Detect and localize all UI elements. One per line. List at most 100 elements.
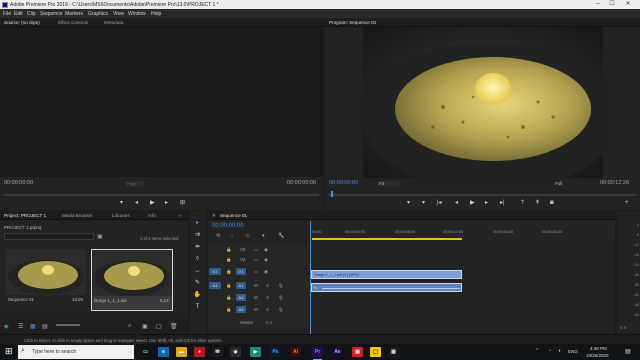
- program-scrub-bar[interactable]: [329, 194, 636, 196]
- source-play-icon[interactable]: ▶: [150, 200, 155, 206]
- eye-icon[interactable]: ◉: [264, 257, 268, 263]
- track-label[interactable]: A2: [236, 294, 246, 301]
- app-red2-icon[interactable]: ▣: [352, 347, 363, 357]
- source-step-back-icon[interactable]: ◂: [135, 200, 138, 206]
- source-patch-a1[interactable]: A1: [209, 282, 221, 289]
- tab-libraries[interactable]: Libraries: [112, 213, 130, 218]
- notifications-icon[interactable]: ▤: [625, 348, 631, 355]
- go-to-out-icon[interactable]: ▸|: [500, 200, 505, 206]
- razor-tool-icon[interactable]: ◊: [193, 255, 202, 263]
- language-indicator[interactable]: ENG: [568, 349, 578, 354]
- menu-file[interactable]: File: [3, 11, 11, 17]
- clock-date[interactable]: 10/25/2020: [586, 353, 609, 358]
- lift-icon[interactable]: ⇡: [520, 200, 525, 206]
- project-search-input[interactable]: [4, 233, 94, 240]
- app-dark-icon[interactable]: ▦: [388, 347, 399, 357]
- menu-clip[interactable]: Clip: [27, 11, 36, 17]
- mark-in-icon[interactable]: ▾: [407, 200, 410, 206]
- slip-tool-icon[interactable]: ↔: [193, 267, 202, 275]
- mute-button[interactable]: M: [254, 307, 258, 312]
- photoshop-icon[interactable]: Ps: [270, 347, 281, 357]
- menu-graphics[interactable]: Graphics: [88, 11, 108, 17]
- video-clip[interactable]: Gorgo 1_1_1.avi [V] [39%]: [311, 270, 462, 279]
- voiceover-icon[interactable]: 🎙: [278, 295, 284, 301]
- lock-icon[interactable]: ◆: [4, 323, 9, 330]
- eye-icon[interactable]: ◉: [264, 247, 268, 253]
- lock-toggle-icon[interactable]: 🔒: [226, 257, 231, 263]
- source-insert-icon[interactable]: ⊞: [180, 200, 185, 206]
- hand-tool-icon[interactable]: ✋: [193, 291, 202, 299]
- source-page-select[interactable]: Page 1: [125, 181, 145, 187]
- selection-tool-icon[interactable]: ▸: [193, 219, 202, 227]
- track-label[interactable]: A1: [236, 282, 246, 289]
- zoom-slider[interactable]: [56, 324, 80, 326]
- linked-selection-icon[interactable]: ⊂: [246, 233, 250, 239]
- sync-lock-icon[interactable]: ▭: [254, 257, 258, 263]
- mute-button[interactable]: M: [254, 283, 258, 288]
- tab-info[interactable]: Info: [148, 213, 156, 218]
- clear-icon[interactable]: 🗑: [170, 323, 178, 330]
- menu-sequence[interactable]: Sequence: [40, 11, 63, 17]
- app-red-icon[interactable]: ●: [194, 347, 205, 357]
- ripple-edit-tool-icon[interactable]: ⇹: [193, 243, 202, 251]
- mute-button[interactable]: M: [254, 295, 258, 300]
- program-timecode[interactable]: 00;00;00;00: [329, 180, 358, 186]
- work-area-bar[interactable]: [312, 238, 462, 240]
- volume-icon[interactable]: ◖: [558, 348, 561, 354]
- master-volume[interactable]: 0.0: [266, 320, 272, 325]
- timeline-timecode[interactable]: 00;00;00;00: [212, 223, 244, 229]
- sync-lock-icon[interactable]: ▭: [254, 269, 258, 275]
- menu-window[interactable]: Window: [128, 11, 146, 17]
- tab-project[interactable]: Project: PROJECT 1: [4, 213, 46, 218]
- project-item-clip[interactable]: Gorgo 1_1_1.avi 6;13: [91, 249, 173, 311]
- source-mark-in-icon[interactable]: ▾: [120, 200, 123, 206]
- export-frame-icon[interactable]: ◙: [550, 200, 554, 206]
- solo-button[interactable]: S: [266, 295, 269, 300]
- list-view-icon[interactable]: ☰: [18, 323, 23, 330]
- menu-edit[interactable]: Edit: [14, 11, 23, 17]
- windows-start-icon[interactable]: ⊞: [5, 346, 13, 357]
- sync-lock-icon[interactable]: ▭: [254, 247, 258, 253]
- store-icon[interactable]: ◈: [230, 347, 241, 357]
- edge-icon[interactable]: e: [158, 347, 169, 357]
- lock-toggle-icon[interactable]: 🔒: [226, 247, 231, 253]
- tab-media-browser[interactable]: Media Browser: [62, 213, 93, 218]
- app-teal-icon[interactable]: ▶: [250, 347, 261, 357]
- play-icon[interactable]: ▶: [470, 200, 475, 206]
- voiceover-icon[interactable]: 🎙: [278, 283, 284, 289]
- add-marker-icon[interactable]: ▾: [262, 233, 265, 239]
- new-bin-footer-icon[interactable]: ▣: [142, 323, 148, 330]
- quality-select[interactable]: Full: [555, 181, 562, 186]
- source-viewer[interactable]: [0, 27, 323, 177]
- mail-icon[interactable]: ✉: [212, 347, 223, 357]
- network-icon[interactable]: ◔: [548, 348, 551, 354]
- lock-toggle-icon[interactable]: 🔒: [226, 269, 231, 275]
- file-explorer-icon[interactable]: ▬: [176, 347, 187, 357]
- go-to-in-icon[interactable]: |◂: [437, 200, 442, 206]
- track-select-tool-icon[interactable]: ⇉: [193, 231, 202, 239]
- menu-help[interactable]: Help: [151, 11, 161, 17]
- voiceover-icon[interactable]: 🎙: [278, 307, 284, 313]
- premiere-icon[interactable]: Pr: [312, 347, 323, 357]
- maximize-button[interactable]: ☐: [606, 1, 618, 8]
- close-button[interactable]: ✕: [622, 1, 634, 8]
- source-patch-v1[interactable]: V1: [209, 268, 221, 275]
- eye-icon[interactable]: ◉: [264, 269, 268, 275]
- menu-view[interactable]: View: [113, 11, 124, 17]
- nest-icon[interactable]: ⟲: [216, 233, 220, 239]
- audio-clip[interactable]: fx: [311, 283, 462, 292]
- tab-effect-controls[interactable]: Effect Controls: [58, 20, 88, 25]
- snap-icon[interactable]: ∩: [230, 233, 234, 239]
- new-bin-icon[interactable]: ▣: [97, 233, 103, 240]
- panel-menu-icon[interactable]: »: [179, 213, 182, 218]
- tab-sequence[interactable]: Sequence 01: [220, 213, 247, 218]
- tray-chevron-icon[interactable]: ⌃: [535, 348, 539, 354]
- timeline-ruler[interactable]: 00;00 00;00;04;00 00;00;08;00 00;00;12;0…: [310, 221, 615, 241]
- tab-metadata[interactable]: Metadata: [104, 20, 123, 25]
- task-view-icon[interactable]: ▭: [140, 347, 151, 357]
- meter-solo-buttons[interactable]: S S: [620, 325, 626, 330]
- mark-out-icon[interactable]: ▾: [422, 200, 425, 206]
- pen-tool-icon[interactable]: ✎: [193, 279, 202, 287]
- extract-icon[interactable]: ⇞: [535, 200, 540, 206]
- program-playhead[interactable]: [331, 191, 333, 197]
